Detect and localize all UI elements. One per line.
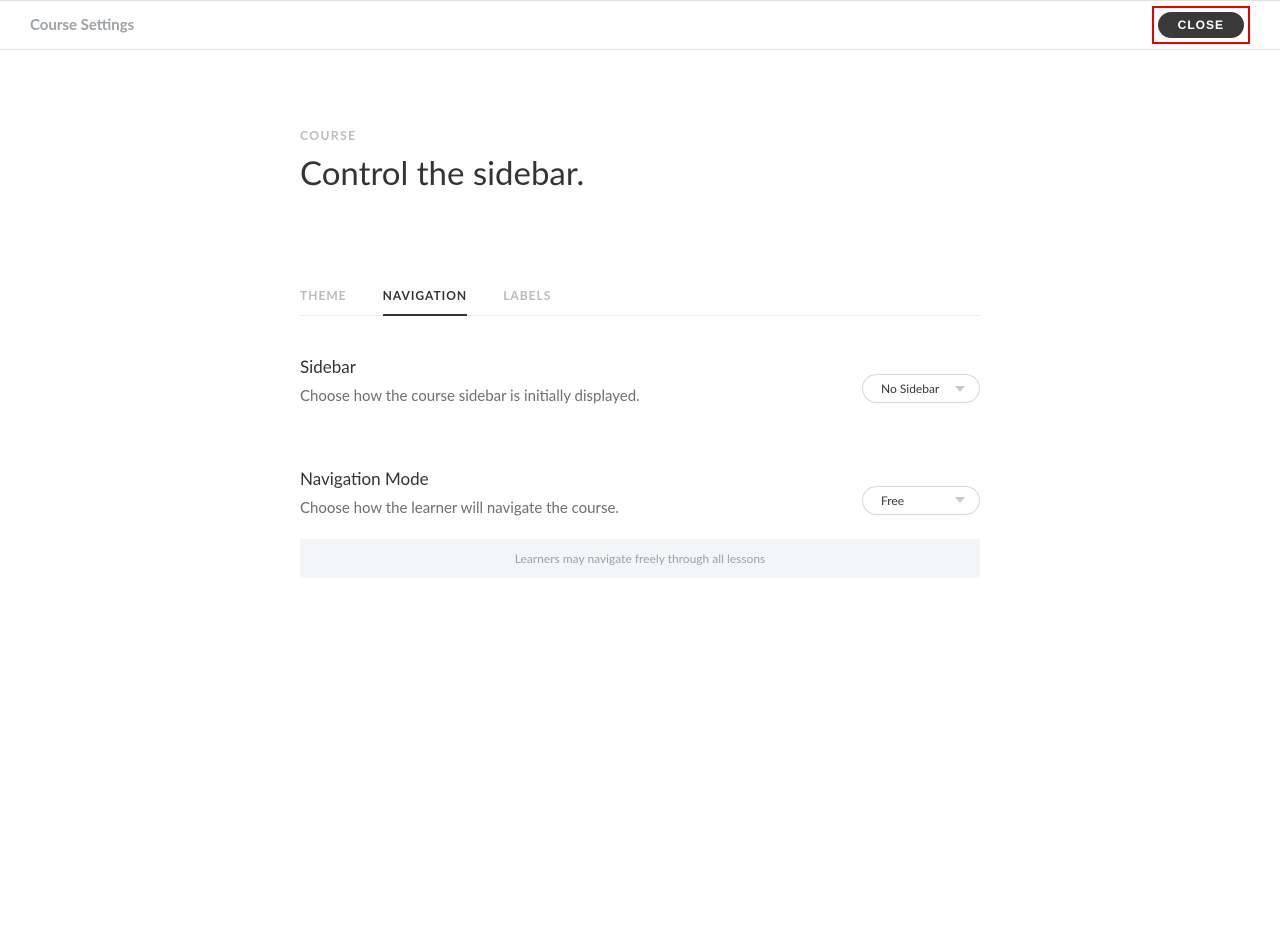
sidebar-heading: Sidebar [300,356,862,377]
navmode-select[interactable]: Free [862,486,980,515]
sidebar-description: Choose how the course sidebar is initial… [300,385,862,408]
navmode-heading: Navigation Mode [300,468,862,489]
sidebar-select[interactable]: No Sidebar [862,374,980,403]
main-content: COURSE Control the sidebar. THEME NAVIGA… [300,50,980,578]
sidebar-select-value: No Sidebar [881,381,939,396]
page-title: Control the sidebar. [300,153,980,193]
section-sidebar: Sidebar Choose how the course sidebar is… [300,356,980,408]
tab-navigation[interactable]: NAVIGATION [383,288,468,315]
navmode-info-banner: Learners may navigate freely through all… [300,539,980,578]
page-breadcrumb: Course Settings [30,16,134,34]
tab-labels[interactable]: LABELS [503,288,551,315]
close-button[interactable]: CLOSE [1158,12,1244,38]
navmode-description: Choose how the learner will navigate the… [300,497,862,520]
chevron-down-icon [955,386,965,392]
tab-theme[interactable]: THEME [300,288,347,315]
navmode-select-value: Free [881,493,904,508]
eyebrow-label: COURSE [300,128,980,143]
chevron-down-icon [955,497,965,503]
close-highlight-box: CLOSE [1152,6,1250,44]
section-navigation-mode: Navigation Mode Choose how the learner w… [300,468,980,579]
topbar: Course Settings CLOSE [0,0,1280,50]
tabs: THEME NAVIGATION LABELS [300,288,980,316]
